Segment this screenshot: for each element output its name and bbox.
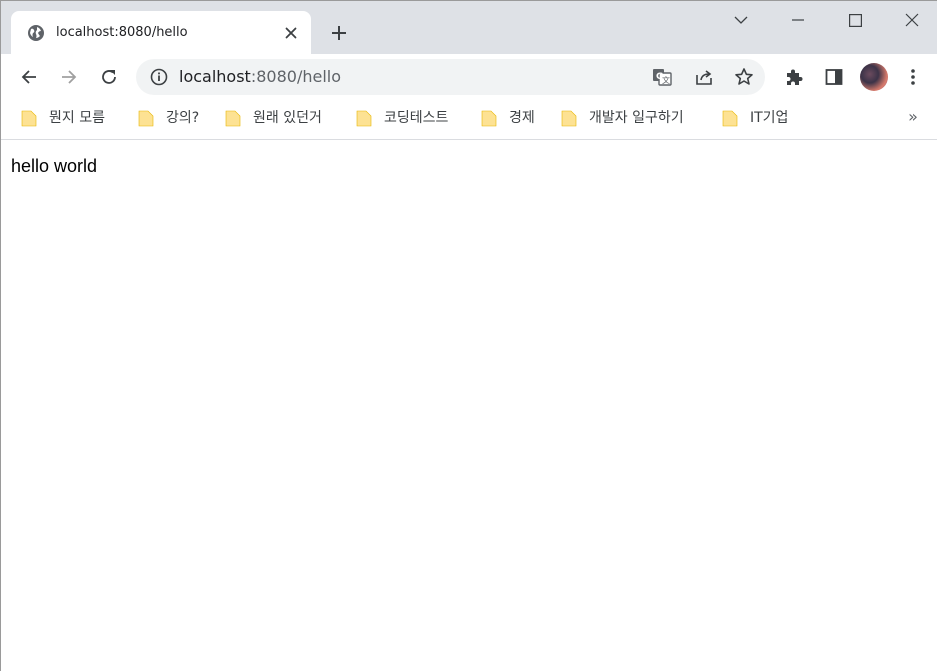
close-icon[interactable] [281, 23, 301, 43]
reload-button[interactable] [95, 63, 123, 91]
minimize-icon [792, 19, 804, 21]
bookmark-label: 경제 [509, 110, 535, 126]
menu-button[interactable] [899, 63, 927, 91]
back-icon [21, 70, 36, 84]
bookmark-folder[interactable]: 경제 [481, 108, 535, 128]
forward-button[interactable] [55, 63, 83, 91]
side-panel-button[interactable] [820, 63, 848, 91]
bookmark-label: 원래 있던거 [253, 110, 322, 126]
bookmark-label: IT기업 [750, 110, 789, 126]
bookmark-label: 개발자 일구하기 [589, 110, 684, 126]
bookmarks-overflow-button[interactable]: » [904, 108, 922, 126]
bookmark-folder[interactable]: 뭔지 모름 [21, 108, 105, 128]
share-icon[interactable] [694, 67, 714, 87]
toolbar: localhost:8080/hello G 文 [1, 54, 937, 100]
bookmark-label: 뭔지 모름 [49, 110, 105, 126]
page-body-text: hello world [11, 156, 98, 176]
bookmark-folder[interactable]: IT기업 [722, 108, 788, 128]
tab-title: localhost:8080/hello [56, 25, 188, 40]
new-tab-button[interactable] [327, 21, 351, 45]
tab-search-button[interactable] [726, 7, 756, 33]
page-content: hello world [1, 140, 937, 671]
avatar[interactable] [860, 63, 888, 91]
info-icon[interactable] [150, 68, 168, 86]
extensions-button[interactable] [780, 63, 808, 91]
maximize-icon [848, 13, 862, 27]
maximize-button[interactable] [840, 7, 870, 33]
url-path: :8080/hello [250, 67, 341, 86]
extensions-icon [787, 69, 803, 85]
window-close-button[interactable] [897, 7, 927, 33]
plus-icon [332, 26, 346, 40]
bookmark-folder[interactable]: 강의? [138, 108, 199, 128]
address-bar[interactable]: localhost:8080/hello G 文 [136, 59, 765, 95]
bookmark-label: 강의? [166, 110, 200, 126]
folder-icon [722, 110, 738, 127]
browser-window: localhost:8080/hello localhost:8080/hell… [0, 0, 937, 671]
folder-icon [356, 110, 372, 127]
reload-icon [102, 70, 116, 84]
star-icon[interactable] [734, 67, 754, 87]
bookmarks-bar: 뭔지 모름 강의? 원래 있던거 코딩테스트 경제 개발자 일구하기 IT기업 … [1, 100, 937, 140]
folder-icon [481, 110, 497, 127]
svg-text:文: 文 [662, 75, 670, 85]
folder-icon [21, 110, 37, 127]
bookmark-folder[interactable]: 원래 있던거 [225, 108, 322, 128]
tab-active[interactable]: localhost:8080/hello [11, 11, 311, 54]
url-text[interactable]: localhost:8080/hello [179, 68, 341, 86]
side-panel-icon [825, 69, 843, 85]
bookmark-folder[interactable]: 코딩테스트 [356, 108, 448, 128]
close-icon [905, 13, 919, 27]
folder-icon [138, 110, 154, 127]
chevron-down-icon [734, 16, 748, 24]
forward-icon [62, 70, 77, 84]
minimize-button[interactable] [783, 7, 813, 33]
folder-icon [225, 110, 241, 127]
bookmark-folder[interactable]: 개발자 일구하기 [561, 108, 684, 128]
bookmark-label: 코딩테스트 [384, 110, 449, 126]
url-host: localhost [179, 67, 251, 86]
translate-icon[interactable]: G 文 [652, 67, 672, 87]
menu-icon [911, 69, 915, 85]
back-button[interactable] [15, 63, 43, 91]
globe-icon [27, 24, 45, 42]
tab-strip: localhost:8080/hello [1, 1, 937, 54]
folder-icon [561, 110, 577, 127]
